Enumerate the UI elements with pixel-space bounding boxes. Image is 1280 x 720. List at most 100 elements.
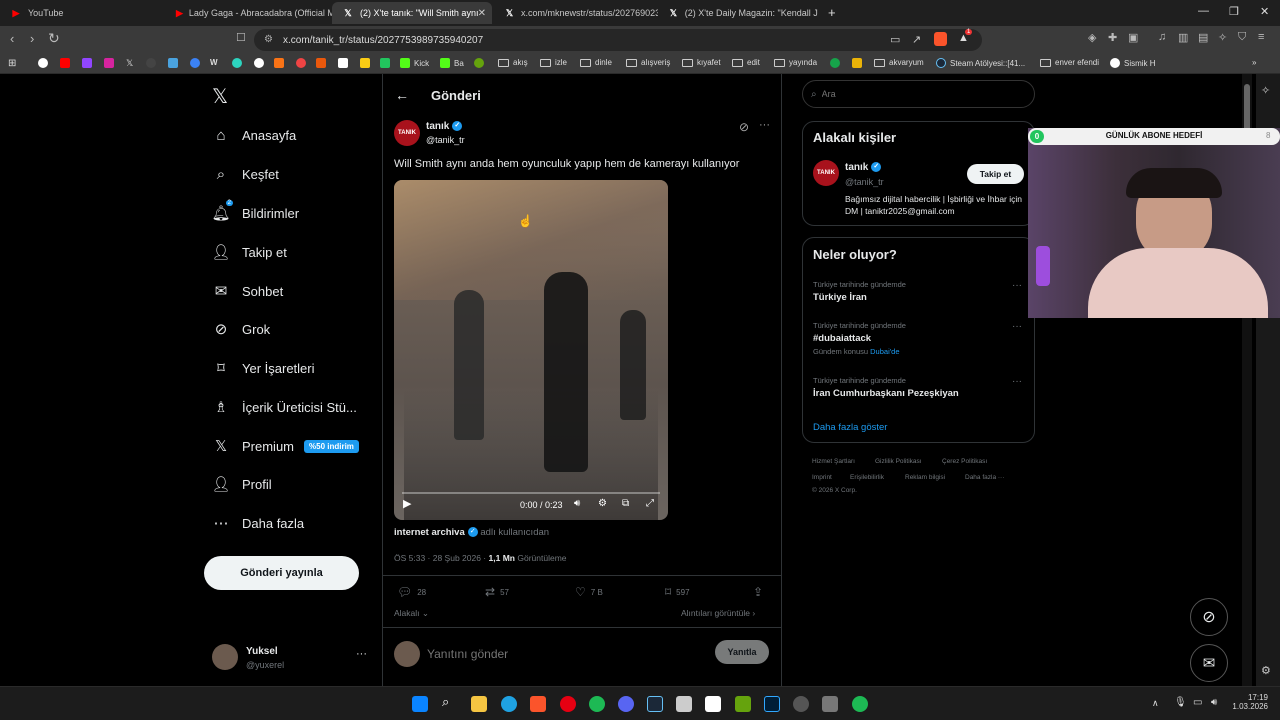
spotify-icon[interactable] — [589, 696, 605, 712]
m-bookmark-icon[interactable] — [316, 58, 330, 68]
play-bookmark-icon[interactable] — [190, 58, 204, 68]
bookmark-akis[interactable]: akış — [498, 58, 528, 67]
bookmark-steam[interactable]: Steam Atölyesi::[41... — [936, 58, 1025, 68]
web-bookmark-icon[interactable] — [232, 58, 246, 68]
bookmark-action[interactable]: ⌑ 597 — [665, 585, 690, 599]
yellow-bookmark-icon[interactable] — [360, 58, 374, 68]
wallet-icon[interactable]: ▤ — [1198, 31, 1208, 44]
brave-icon[interactable] — [530, 696, 546, 712]
bookmark-page-icon[interactable]: ☐ — [236, 31, 246, 44]
bookmark-yayinda[interactable]: yayında — [774, 58, 817, 67]
volume-icon[interactable]: 🔊︎ — [574, 498, 580, 509]
spotify-icon[interactable] — [852, 696, 868, 712]
bookmark-izle[interactable]: izle — [540, 58, 567, 67]
trend-item[interactable]: Türkiye tarihinde gündemde İran Cumhurba… — [813, 376, 1028, 399]
red-bookmark-icon[interactable] — [296, 58, 310, 68]
calculator-icon[interactable] — [676, 696, 692, 712]
volume-icon[interactable]: 🔊︎ — [1211, 697, 1217, 708]
restore-icon[interactable]: ❐ — [1229, 5, 1239, 18]
instagram-bookmark-icon[interactable] — [104, 58, 118, 68]
discord-icon[interactable] — [618, 696, 634, 712]
twitch-bookmark-icon[interactable] — [82, 58, 96, 68]
sidebar-item-notifications[interactable]: 🔔︎ 2 Bildirimler — [211, 200, 299, 222]
network-icon[interactable]: ▭ — [1193, 697, 1202, 708]
steam-icon[interactable] — [647, 696, 663, 712]
sidebar-item-profile[interactable]: 👤︎ Profil — [211, 475, 271, 493]
follow-button[interactable]: Takip et — [967, 164, 1024, 184]
show-more-link[interactable]: Daha fazla göster — [813, 422, 887, 433]
windows-start-icon[interactable] — [412, 696, 428, 712]
vpn-icon[interactable]: ◈ — [1088, 31, 1096, 44]
reload-icon[interactable]: ↻ — [48, 30, 60, 47]
share-action[interactable]: ⇪ — [753, 585, 768, 599]
bookmark-edit[interactable]: edit — [732, 58, 760, 67]
bookmark-kiyafet[interactable]: kıyafet — [682, 58, 721, 67]
youtube-bookmark-icon[interactable] — [60, 58, 74, 68]
w-bookmark-icon[interactable]: W — [210, 58, 218, 67]
sidebar-item-bookmarks[interactable]: ⌑ Yer İşaretleri — [212, 359, 314, 377]
amazon-bookmark-icon[interactable] — [338, 58, 352, 68]
reply-action[interactable]: 💬︎ 28 — [397, 585, 426, 599]
share-icon[interactable]: ↗ — [912, 33, 921, 46]
cloud-bookmark-icon[interactable] — [168, 58, 182, 68]
sidebar-item-follow[interactable]: 👤︎ Takip et — [211, 243, 286, 261]
green-bookmark-icon[interactable] — [380, 58, 394, 68]
tab-tanik-post[interactable]: 𝕏 (2) X'te tanık: "Will Smith aynı an ✕ — [332, 2, 492, 24]
attribution[interactable]: internet archiva ✓ adlı kullanıcıdan — [394, 527, 549, 538]
obs-icon[interactable] — [793, 696, 809, 712]
circle-bookmark-icon[interactable] — [254, 58, 268, 68]
post-menu-icon[interactable]: ··· — [759, 119, 770, 131]
trend-link[interactable]: Dubai'de — [870, 347, 899, 356]
sidebar-item-creator-studio[interactable]: ♗ İçerik Üreticisi Stü... — [212, 398, 357, 416]
microphone-icon[interactable]: 🎙︎ — [1174, 697, 1187, 708]
reply-button[interactable]: Yanıtla — [715, 640, 769, 664]
search-icon[interactable]: ⌕ — [442, 694, 458, 710]
like-action[interactable]: ♡ 7 B — [575, 585, 603, 599]
video-player[interactable]: ▶ 0:00 / 0:23 🔊︎ ⚙ ⧉ ⤢ — [394, 180, 668, 520]
edge-icon[interactable] — [501, 696, 517, 712]
bookmark-ba[interactable]: Ba — [440, 58, 464, 68]
apps-grid-icon[interactable]: ⊞ — [8, 58, 16, 69]
reply-input[interactable] — [427, 644, 627, 664]
pip-icon[interactable]: ⧉ — [622, 498, 629, 509]
bookmark-alisveris[interactable]: alışveriş — [626, 58, 670, 67]
bookmark-sismik[interactable]: Sismik H — [1110, 58, 1156, 68]
back-icon[interactable]: ‹ — [10, 31, 14, 46]
close-tab-icon[interactable]: ✕ — [478, 8, 486, 19]
sort-replies[interactable]: Alakalı ⌄ — [394, 608, 429, 619]
trend-menu-icon[interactable]: ··· — [1012, 280, 1022, 291]
view-quotes-link[interactable]: Alıntıları görüntüle › — [681, 608, 755, 618]
bookmark-dinle[interactable]: dinle — [580, 58, 612, 67]
clock[interactable]: 17:19 1.03.2026 — [1230, 693, 1268, 711]
github-bookmark-icon[interactable] — [146, 58, 160, 68]
new-tab-button[interactable]: + — [828, 5, 836, 20]
settings-icon[interactable]: ⚙ — [598, 498, 607, 509]
media-icon[interactable]: ♫ — [1158, 31, 1166, 43]
bookmark-kick[interactable]: Kick — [400, 58, 429, 68]
forward-icon[interactable]: › — [30, 31, 34, 46]
sidebar-item-grok[interactable]: ⊘ Grok — [212, 320, 270, 338]
search-box[interactable]: ⌕ — [802, 80, 1035, 108]
app-green-icon[interactable] — [735, 696, 751, 712]
footer-link[interactable]: Imprint — [812, 474, 832, 481]
orange-bookmark-icon[interactable] — [274, 58, 288, 68]
repost-action[interactable]: ⇄ 57 — [485, 585, 509, 599]
person-avatar[interactable]: TANIK — [813, 160, 839, 186]
footer-link[interactable]: Erişilebilirlik — [850, 474, 884, 481]
screenshot-icon[interactable]: ▣ — [1128, 31, 1138, 44]
leo-icon[interactable]: ✧ — [1218, 31, 1227, 44]
site-settings-icon[interactable]: ⚙ — [264, 34, 273, 45]
play-icon[interactable]: ▶ — [403, 497, 411, 510]
tab-daily-magazin[interactable]: 𝕏 (2) X'te Daily Magazin: "Kendall Jenn — [658, 2, 818, 24]
footer-link[interactable]: Gizlilik Politikası — [875, 458, 922, 465]
footer-link[interactable]: Daha fazla ··· — [965, 474, 1004, 481]
grok-explain-icon[interactable]: ⊘ — [739, 120, 749, 134]
author-name[interactable]: tanık ✓ — [426, 121, 463, 132]
tab-lady-gaga[interactable]: ▶ Lady Gaga - Abracadabra (Official M — [166, 2, 332, 24]
video-progress-track[interactable] — [402, 492, 660, 494]
sidebar-toggle-icon[interactable]: ▥ — [1178, 31, 1188, 44]
sidebar-item-explore[interactable]: ⌕ Keşfet — [212, 165, 279, 183]
footer-link[interactable]: Reklam bilgisi — [905, 474, 945, 481]
messages-fab-icon[interactable]: ✉ — [1190, 644, 1228, 682]
sidebar-item-premium[interactable]: 𝕏 Premium %50 indirim — [212, 437, 359, 455]
